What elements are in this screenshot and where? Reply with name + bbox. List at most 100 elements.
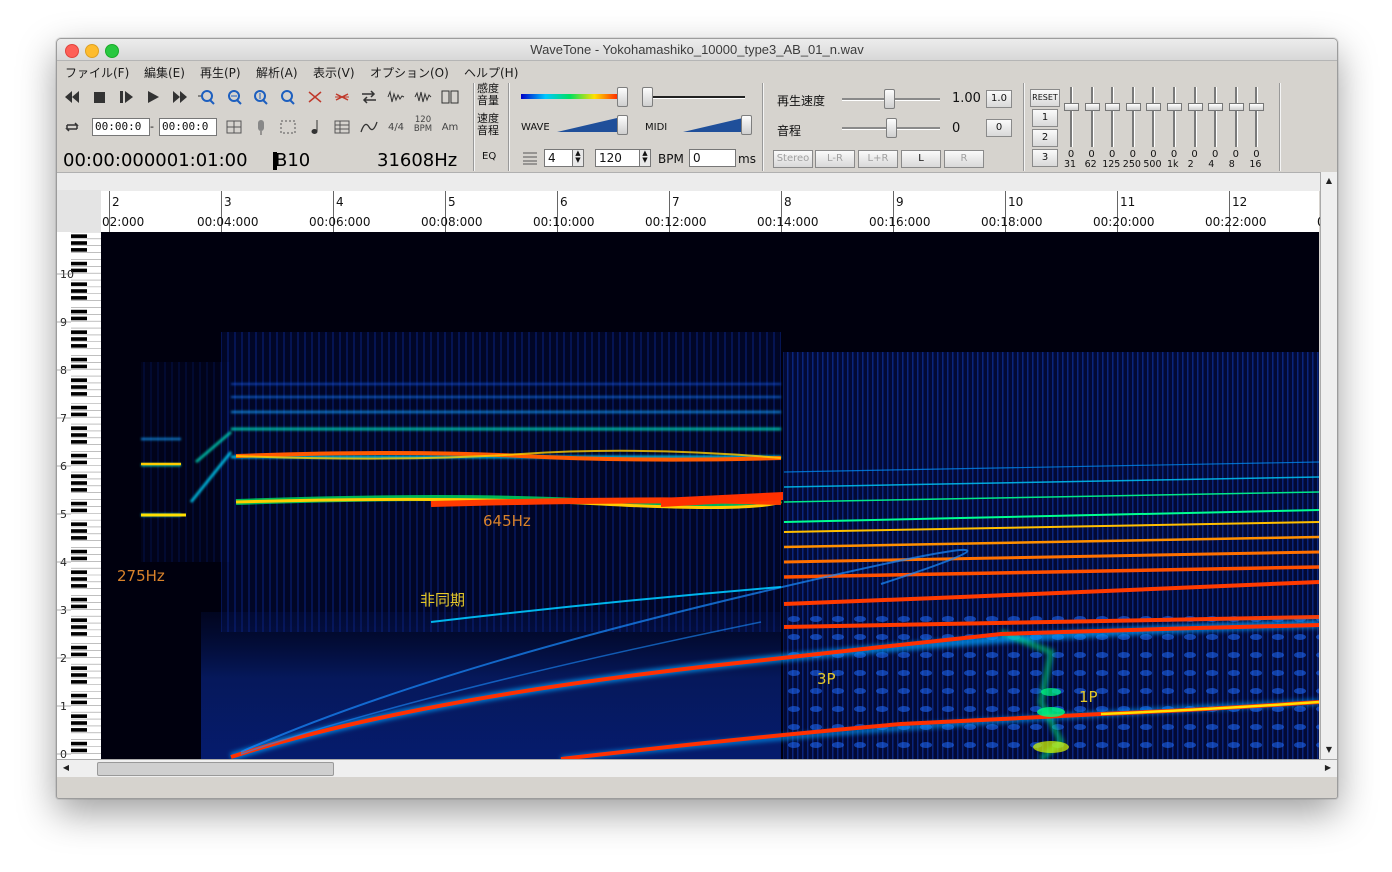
eq-reset-button[interactable]: RESET <box>1030 89 1060 107</box>
volume-slider-track[interactable] <box>645 96 745 99</box>
channel-l-button[interactable]: L <box>901 150 941 168</box>
swap-icon[interactable] <box>358 87 380 107</box>
wave-volume-ramp[interactable] <box>557 117 619 133</box>
black-key <box>71 748 87 753</box>
menu-analyze[interactable]: 解析(A) <box>256 64 298 81</box>
channel-l-plus-r-button[interactable]: L+R <box>858 150 898 168</box>
selection-icon[interactable] <box>277 117 299 137</box>
horizontal-scroll-thumb[interactable] <box>97 762 334 776</box>
curve-icon[interactable] <box>358 117 380 137</box>
vertical-scrollbar[interactable]: ▲ ▼ <box>1320 172 1337 759</box>
midi-volume-ramp[interactable] <box>683 117 745 133</box>
note-icon[interactable] <box>304 117 326 137</box>
loop-start-time-input[interactable]: 00:00:0 <box>92 118 150 136</box>
eq-band-thumb[interactable] <box>1084 103 1100 111</box>
eq-band-thumb[interactable] <box>1167 103 1182 111</box>
wave-volume-thumb[interactable] <box>617 115 628 135</box>
beats-input[interactable]: 4 <box>544 149 575 167</box>
menu-options[interactable]: オプション(O) <box>370 64 449 81</box>
beats-stepper[interactable]: ▲ ▼ <box>572 149 584 167</box>
black-key <box>71 330 87 334</box>
channel-r-button[interactable]: R <box>944 150 984 168</box>
black-key <box>71 618 87 622</box>
speed-reset-button[interactable]: 1.0 <box>986 90 1012 108</box>
table-icon[interactable] <box>331 117 353 137</box>
rewind-icon[interactable] <box>61 87 83 107</box>
spectrogram-image <box>101 232 1319 759</box>
grid-view-icon[interactable] <box>223 117 245 137</box>
eq-band-track <box>1152 87 1156 147</box>
time-ruler[interactable]: 2 3 4 5 6 7 8 9 10 11 12 02:000 00:04:000 00:06:000 00… <box>101 190 1325 234</box>
zoom-in-horizontal-icon[interactable] <box>196 87 218 107</box>
channel-l-minus-r-button[interactable]: L-R <box>815 150 855 168</box>
waveform-right-icon[interactable] <box>412 87 434 107</box>
zoom-out-horizontal-icon[interactable] <box>223 87 245 107</box>
eq-band-slider[interactable]: 0 <box>1187 87 1203 160</box>
eq-band-slider[interactable]: 0 <box>1064 87 1079 160</box>
zoom-out-vertical-icon[interactable] <box>277 87 299 107</box>
menu-view[interactable]: 表示(V) <box>313 64 355 81</box>
eq-band-thumb[interactable] <box>1146 103 1162 111</box>
chord-button[interactable]: Am <box>439 117 461 137</box>
sensitivity-slider-thumb[interactable] <box>617 87 628 107</box>
black-key <box>71 577 87 581</box>
octave-label: 8 <box>60 364 67 377</box>
menu-play[interactable]: 再生(P) <box>200 64 241 81</box>
separator <box>473 83 475 171</box>
bpm-stepper[interactable]: ▲ ▼ <box>639 149 651 167</box>
scroll-left-arrow[interactable]: ◀ <box>59 761 73 775</box>
eq-band-slider[interactable]: 0 <box>1167 87 1182 160</box>
time-signature-button[interactable]: 4/4 <box>385 117 407 137</box>
play-icon[interactable] <box>142 87 164 107</box>
eq-band-label: 62 <box>1084 159 1097 170</box>
eq-band-slider[interactable]: 0 <box>1208 87 1224 160</box>
bpm-input[interactable]: 120 <box>595 149 640 167</box>
eq-preset-3-button[interactable]: 3 <box>1032 149 1058 167</box>
waveform-left-icon[interactable] <box>385 87 407 107</box>
fast-forward-icon[interactable] <box>169 87 191 107</box>
pitch-reset-button[interactable]: 0 <box>986 119 1012 137</box>
channel-stereo-button[interactable]: Stereo <box>773 150 813 168</box>
eq-preset-1-button[interactable]: 1 <box>1032 109 1058 127</box>
eq-band-thumb[interactable] <box>1105 103 1121 111</box>
eq-band-thumb[interactable] <box>1064 103 1079 111</box>
horizontal-scrollbar[interactable]: ◀ ▶ <box>57 759 1337 777</box>
stop-icon[interactable] <box>88 87 110 107</box>
menu-help[interactable]: ヘルプ(H) <box>464 64 518 81</box>
menu-file[interactable]: ファイル(F) <box>65 64 129 81</box>
eq-band-slider[interactable]: 0 <box>1146 87 1162 160</box>
eq-band-slider[interactable]: 0 <box>1105 87 1121 160</box>
pause-play-icon[interactable] <box>115 87 137 107</box>
eq-band-slider[interactable]: 0 <box>1249 87 1265 160</box>
eq-band-thumb[interactable] <box>1187 103 1203 111</box>
menu-edit[interactable]: 編集(E) <box>144 64 185 81</box>
black-key <box>71 714 87 718</box>
expand-marker-icon[interactable] <box>304 87 326 107</box>
piano-keyboard[interactable]: 0 1 2 3 4 5 6 7 8 9 10 <box>57 232 101 759</box>
loop-end-time-input[interactable]: 00:00:0 <box>159 118 217 136</box>
eq-band-thumb[interactable] <box>1208 103 1224 111</box>
spectrogram-view[interactable]: 275Hz 645Hz 非同期 3P 1P <box>101 232 1319 759</box>
volume-slider-thumb[interactable] <box>642 87 653 107</box>
score-book-icon[interactable] <box>439 87 461 107</box>
scroll-up-arrow[interactable]: ▲ <box>1322 174 1336 188</box>
scroll-right-arrow[interactable]: ▶ <box>1321 761 1335 775</box>
eq-band-thumb[interactable] <box>1249 103 1265 111</box>
eq-preset-2-button[interactable]: 2 <box>1032 129 1058 147</box>
pin-icon[interactable] <box>250 117 272 137</box>
eq-band-thumb[interactable] <box>1125 103 1141 111</box>
eq-band-slider[interactable]: 0 <box>1125 87 1141 160</box>
bpm-label: BPM <box>658 152 684 166</box>
pitch-shift-thumb[interactable] <box>886 118 897 138</box>
bpm-button[interactable]: 120 BPM <box>412 115 434 135</box>
offset-ms-input[interactable]: 0 <box>689 149 736 167</box>
eq-band-slider[interactable]: 0 <box>1084 87 1100 160</box>
scroll-down-arrow[interactable]: ▼ <box>1322 743 1336 757</box>
shrink-marker-icon[interactable] <box>331 87 353 107</box>
eq-band-slider[interactable]: 0 <box>1228 87 1244 160</box>
zoom-in-vertical-icon[interactable] <box>250 87 272 107</box>
midi-volume-thumb[interactable] <box>741 115 752 135</box>
eq-band-thumb[interactable] <box>1228 103 1244 111</box>
loop-icon[interactable] <box>61 117 83 137</box>
playback-speed-thumb[interactable] <box>884 89 895 109</box>
